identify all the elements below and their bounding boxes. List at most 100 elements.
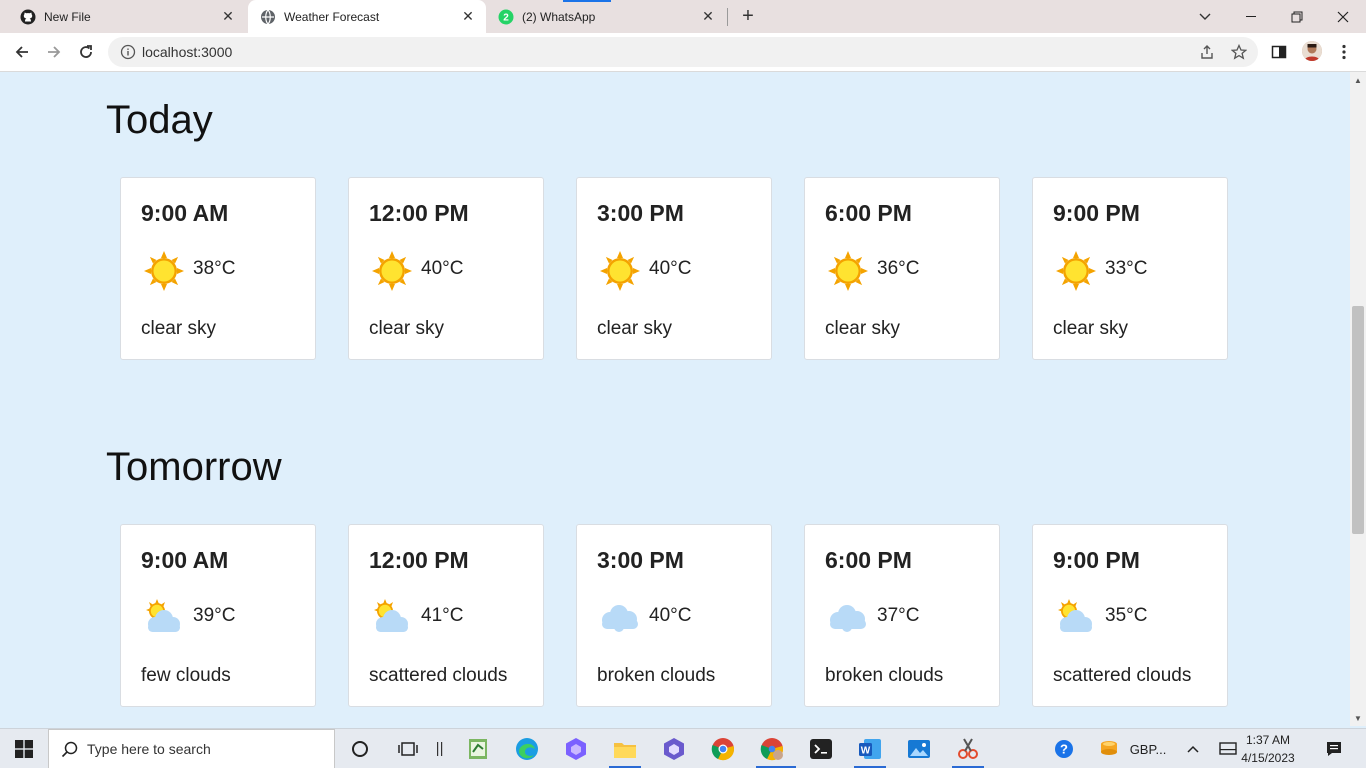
- scroll-up-arrow[interactable]: ▲: [1353, 76, 1363, 86]
- forecast-description: broken clouds: [597, 665, 716, 686]
- sun-icon: [599, 250, 641, 292]
- chevron-up-icon[interactable]: [1182, 729, 1204, 768]
- minimize-button[interactable]: [1228, 0, 1274, 33]
- tab-title: New File: [44, 9, 91, 24]
- sun-cloud-icon: [143, 597, 185, 639]
- app-hexagon-icon[interactable]: [560, 729, 592, 768]
- weather-content: Today 9:00 AM 38°C clear sky 12:00 PM 40°C cl…: [0, 72, 1350, 726]
- notifications-icon[interactable]: [1320, 729, 1348, 768]
- taskbar-divider-icon: [430, 729, 450, 768]
- forecast-card: 12:00 PM 41°C scattered clouds: [348, 524, 544, 707]
- forecast-time: 6:00 PM: [825, 200, 912, 226]
- forecast-description: clear sky: [825, 318, 900, 339]
- menu-kebab-icon[interactable]: [1333, 41, 1355, 63]
- app-chrome-icon[interactable]: [707, 729, 739, 768]
- app-chrome-profile-icon[interactable]: [756, 729, 788, 768]
- forecast-description: clear sky: [1053, 318, 1128, 339]
- taskbar-search-box[interactable]: Type here to search: [48, 729, 335, 768]
- forecast-temperature: 40°C: [649, 605, 692, 626]
- tab-whatsapp[interactable]: 2 (2) WhatsApp ✕: [488, 0, 726, 33]
- forecast-card: 3:00 PM 40°C clear sky: [576, 177, 772, 360]
- new-tab-button[interactable]: +: [737, 5, 759, 27]
- forecast-description: scattered clouds: [369, 665, 508, 686]
- forward-button[interactable]: [41, 39, 67, 65]
- task-view-icon[interactable]: [392, 729, 424, 768]
- address-bar[interactable]: localhost:3000: [108, 37, 1258, 67]
- tab-weather-forecast[interactable]: Weather Forecast ✕: [248, 0, 486, 33]
- forecast-temperature: 40°C: [421, 258, 464, 279]
- app-photos-icon[interactable]: [903, 729, 935, 768]
- forecast-description: scattered clouds: [1053, 665, 1192, 686]
- restore-button[interactable]: [1274, 0, 1320, 33]
- svg-text:2: 2: [503, 12, 509, 23]
- forecast-card: 9:00 PM 33°C clear sky: [1032, 177, 1228, 360]
- help-icon[interactable]: ?: [1050, 729, 1078, 768]
- tab-strip: New File ✕ Weather Forecast ✕ 2 (2) What…: [0, 0, 1366, 33]
- sun-icon: [827, 250, 869, 292]
- forecast-time: 9:00 PM: [1053, 547, 1140, 573]
- windows-taskbar: Type here to search W ? GBP... 1:37 AM 4…: [0, 728, 1366, 768]
- side-panel-icon[interactable]: [1268, 41, 1290, 63]
- reload-button[interactable]: [73, 39, 99, 65]
- forecast-temperature: 41°C: [421, 605, 464, 626]
- app-notepad-icon[interactable]: [462, 729, 494, 768]
- svg-text:W: W: [861, 746, 871, 757]
- scroll-down-arrow[interactable]: ▼: [1353, 714, 1363, 724]
- forecast-temperature: 35°C: [1105, 605, 1148, 626]
- tab-new-file[interactable]: New File ✕: [0, 0, 246, 33]
- cortana-icon[interactable]: [344, 729, 376, 768]
- forecast-temperature: 33°C: [1105, 258, 1148, 279]
- close-icon[interactable]: ✕: [460, 8, 476, 25]
- info-icon[interactable]: [120, 44, 136, 60]
- scroll-thumb[interactable]: [1352, 306, 1364, 534]
- forecast-time: 9:00 AM: [141, 200, 229, 226]
- back-button[interactable]: [9, 39, 35, 65]
- whatsapp-icon: 2: [498, 9, 514, 25]
- currency-coins-icon[interactable]: [1096, 729, 1122, 768]
- forecast-description: clear sky: [369, 318, 444, 339]
- forecast-time: 3:00 PM: [597, 200, 684, 226]
- forecast-temperature: 38°C: [193, 258, 236, 279]
- tab-title: Weather Forecast: [284, 9, 380, 24]
- forecast-time: 9:00 AM: [141, 547, 229, 573]
- forecast-time: 9:00 PM: [1053, 200, 1140, 226]
- forecast-card: 6:00 PM 37°C broken clouds: [804, 524, 1000, 707]
- app-word-icon[interactable]: W: [854, 729, 886, 768]
- sun-cloud-icon: [371, 597, 413, 639]
- forecast-time: 12:00 PM: [369, 547, 469, 573]
- forecast-temperature: 39°C: [193, 605, 236, 626]
- app-hexagon-icon-2[interactable]: [658, 729, 690, 768]
- app-file-explorer-icon[interactable]: [609, 729, 641, 768]
- forecast-description: broken clouds: [825, 665, 944, 686]
- app-edge-icon[interactable]: [511, 729, 543, 768]
- tab-search-button[interactable]: [1182, 0, 1228, 33]
- section-title-tomorrow: Tomorrow: [106, 445, 282, 489]
- search-placeholder: Type here to search: [87, 741, 211, 757]
- page-scrollbar[interactable]: ▲ ▼: [1350, 72, 1366, 726]
- bookmark-star-icon[interactable]: [1230, 43, 1248, 61]
- forecast-card: 6:00 PM 36°C clear sky: [804, 177, 1000, 360]
- close-icon[interactable]: ✕: [700, 8, 716, 25]
- sun-icon: [1055, 250, 1097, 292]
- currency-label: GBP...: [1129, 741, 1167, 757]
- system-clock[interactable]: 1:37 AM 4/15/2023: [1228, 731, 1308, 767]
- windows-start-button[interactable]: [0, 729, 48, 768]
- share-icon[interactable]: [1198, 43, 1216, 61]
- tab-separator: [727, 8, 728, 26]
- forecast-card: 3:00 PM 40°C broken clouds: [576, 524, 772, 707]
- forecast-description: clear sky: [141, 318, 216, 339]
- close-window-button[interactable]: [1320, 0, 1366, 33]
- forecast-time: 3:00 PM: [597, 547, 684, 573]
- forecast-card: 12:00 PM 40°C clear sky: [348, 177, 544, 360]
- clock-date: 4/15/2023: [1241, 751, 1295, 765]
- forecast-card: 9:00 AM 38°C clear sky: [120, 177, 316, 360]
- profile-avatar[interactable]: [1302, 41, 1322, 61]
- close-icon[interactable]: ✕: [220, 8, 236, 25]
- forecast-time: 6:00 PM: [825, 547, 912, 573]
- sun-icon: [143, 250, 185, 292]
- search-icon: [61, 741, 79, 764]
- app-terminal-icon[interactable]: [805, 729, 837, 768]
- app-snipping-tool-icon[interactable]: [952, 729, 984, 768]
- currency-ticker[interactable]: GBP...: [1126, 729, 1170, 768]
- forecast-temperature: 40°C: [649, 258, 692, 279]
